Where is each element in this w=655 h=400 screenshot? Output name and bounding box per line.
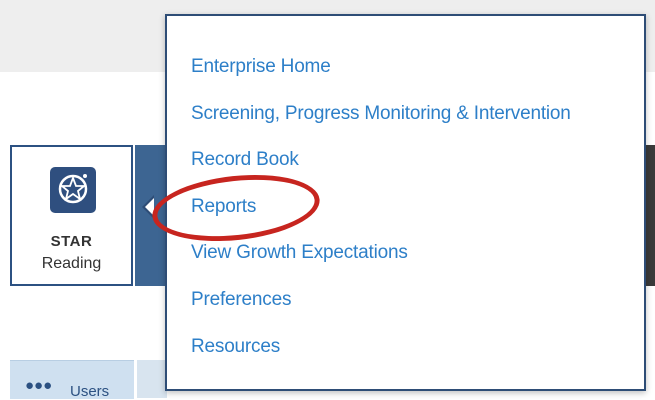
tab-users-label: Users [70,383,110,400]
product-brand: STAR [50,233,93,250]
menu-item-resources[interactable]: Resources [191,336,280,358]
menu-item-preferences[interactable]: Preferences [191,289,291,311]
menu-item-view-growth-expectations[interactable]: View Growth Expectations [191,242,408,264]
menu-item-enterprise-home[interactable]: Enterprise Home [191,56,331,78]
product-name: Reading [41,255,102,272]
star-reading-logo-icon [50,167,96,213]
tab-users[interactable]: ●●● Users [10,360,134,400]
star-reading-card[interactable]: STAR Reading [10,145,133,286]
menu-item-screening[interactable]: Screening, Progress Monitoring & Interve… [191,103,571,125]
users-icon: ●●● [25,377,53,394]
adjacent-tab-edge [137,360,167,398]
menu-item-record-book[interactable]: Record Book [191,149,299,171]
